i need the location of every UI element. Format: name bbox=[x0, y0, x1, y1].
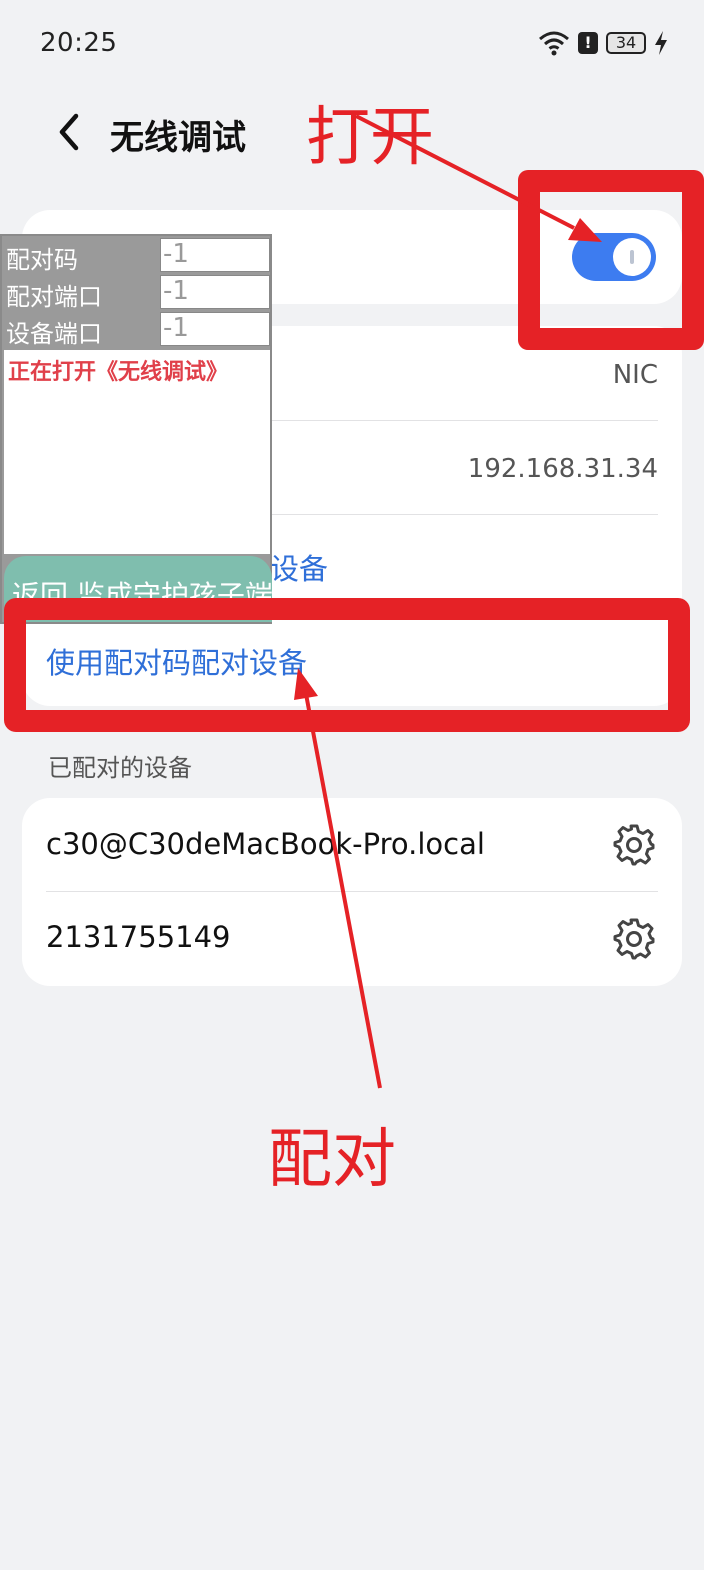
annotation-arrows bbox=[294, 114, 602, 1089]
arrow-to-pair-link bbox=[294, 668, 382, 1089]
arrow-to-toggle bbox=[355, 114, 602, 242]
